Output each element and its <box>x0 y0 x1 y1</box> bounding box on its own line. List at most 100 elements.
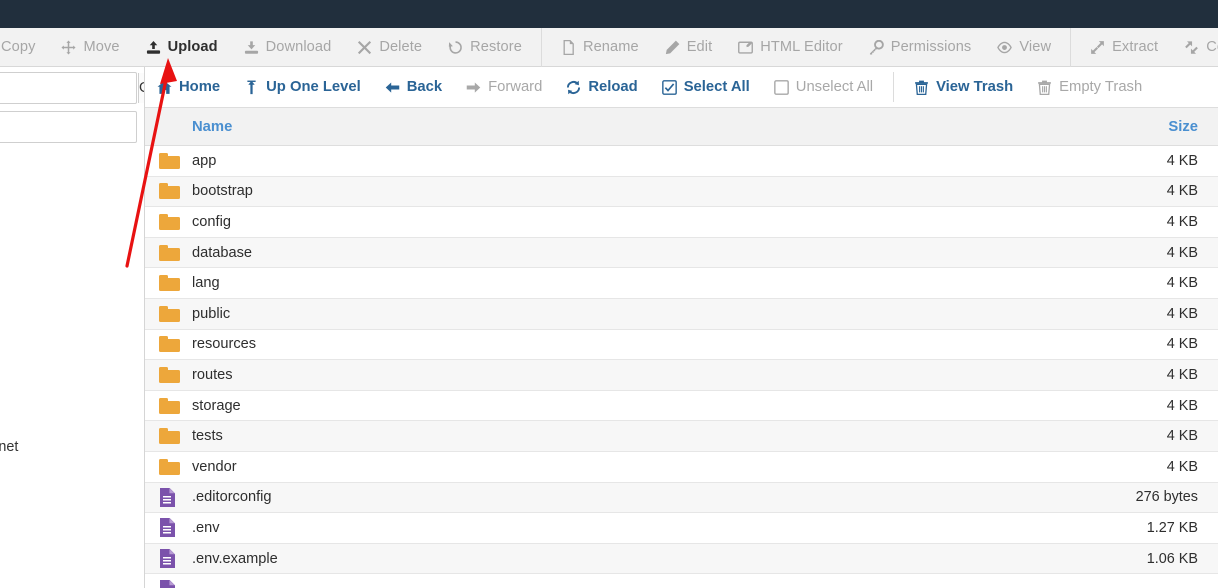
rename-icon <box>561 40 576 55</box>
table-row[interactable]: resources4 KB <box>145 330 1218 361</box>
navigation-toolbar: Home Up One LevelBack Forward Reload Select … <box>145 67 1218 108</box>
action-button-label: Permissions <box>891 39 972 55</box>
table-row[interactable]: config4 KB <box>145 207 1218 238</box>
action-button-restore: Restore <box>435 28 535 67</box>
file-name[interactable]: .env <box>192 520 1147 536</box>
file-size: 1.06 KB <box>1147 551 1198 567</box>
table-row[interactable]: tests4 KB <box>145 421 1218 452</box>
nav-button-home[interactable]: Home <box>145 67 232 108</box>
nav-button-view-trash[interactable]: View Trash <box>902 67 1025 108</box>
table-row[interactable]: .env1.27 KB <box>145 513 1218 544</box>
action-button-rename: Rename <box>548 28 652 67</box>
folder-icon <box>145 183 192 199</box>
file-size: 1.27 KB <box>1147 520 1198 536</box>
file-size: 276 bytes <box>1136 489 1198 505</box>
left-sidebar-panel: Go All pdevs) appdevs.net <box>0 67 145 588</box>
file-name[interactable]: bootstrap <box>192 183 1167 199</box>
folder-icon <box>145 153 192 169</box>
file-name[interactable]: .editorconfig <box>192 489 1136 505</box>
file-name[interactable]: routes <box>192 367 1167 383</box>
action-button-label: Compress <box>1206 39 1218 55</box>
action-button-label: HTML Editor <box>760 39 842 55</box>
edit-icon <box>665 40 680 55</box>
table-row[interactable]: database4 KB <box>145 238 1218 269</box>
file-list-table[interactable]: Name Size app4 KBbootstrap4 KBconfig4 KB… <box>145 108 1218 588</box>
action-button-label: Download <box>266 39 332 55</box>
file-name[interactable]: lang <box>192 275 1167 291</box>
nav-button-up-one-level[interactable]: Up One Level <box>232 67 373 108</box>
extract-icon <box>1090 40 1105 55</box>
search-input[interactable] <box>0 73 138 103</box>
action-button-move: Move <box>48 28 132 67</box>
action-button-upload[interactable]: Upload <box>133 28 231 67</box>
restore-icon <box>448 40 463 55</box>
table-row[interactable]: app4 KB <box>145 146 1218 177</box>
table-header-row: Name Size <box>145 108 1218 146</box>
column-header-size[interactable]: Size <box>1168 119 1198 135</box>
folder-icon <box>145 398 192 414</box>
action-button-label: Extract <box>1112 39 1158 55</box>
nav-button-back[interactable]: Back <box>373 67 454 108</box>
table-row[interactable]: .editorconfig276 bytes <box>145 483 1218 514</box>
nav-button-label: Home <box>179 79 220 95</box>
go-button[interactable]: Go <box>138 73 145 103</box>
table-row[interactable] <box>145 574 1218 588</box>
file-size: 4 KB <box>1167 245 1198 261</box>
forward-arrow-icon <box>466 80 481 95</box>
file-name[interactable]: .env.example <box>192 551 1147 567</box>
view-icon <box>997 40 1012 55</box>
file-name[interactable]: tests <box>192 428 1167 444</box>
file-name[interactable]: resources <box>192 336 1167 352</box>
nav-button-reload[interactable]: Reload <box>554 67 649 108</box>
table-row[interactable]: vendor4 KB <box>145 452 1218 483</box>
nav-button-empty-trash: Empty Trash <box>1025 67 1154 108</box>
file-size: 4 KB <box>1167 306 1198 322</box>
table-row[interactable]: routes4 KB <box>145 360 1218 391</box>
table-body: app4 KBbootstrap4 KBconfig4 KBdatabase4 … <box>145 146 1218 588</box>
action-button-compress: Compress <box>1171 28 1218 67</box>
file-icon <box>145 517 192 538</box>
file-size: 4 KB <box>1167 183 1198 199</box>
file-name[interactable]: app <box>192 153 1167 169</box>
action-button-copy: Copy <box>0 28 48 67</box>
file-name[interactable]: config <box>192 214 1167 230</box>
folder-icon <box>145 367 192 383</box>
nav-button-label: View Trash <box>936 79 1013 95</box>
move-icon <box>61 40 76 55</box>
file-name[interactable]: storage <box>192 398 1167 414</box>
action-button-view: View <box>984 28 1064 67</box>
action-button-label: Rename <box>583 39 639 55</box>
column-header-name[interactable]: Name <box>192 119 232 135</box>
compress-icon <box>1184 40 1199 55</box>
file-name[interactable]: vendor <box>192 459 1167 475</box>
trash-icon <box>914 80 929 95</box>
checkbox-checked-icon <box>662 80 677 95</box>
nav-button-label: Empty Trash <box>1059 79 1142 95</box>
action-button-label: View <box>1019 39 1051 55</box>
table-row[interactable]: public4 KB <box>145 299 1218 330</box>
checkbox-empty-icon <box>774 80 789 95</box>
table-row[interactable]: storage4 KB <box>145 391 1218 422</box>
table-row[interactable]: bootstrap4 KB <box>145 177 1218 208</box>
table-row[interactable]: .env.example1.06 KB <box>145 544 1218 575</box>
folder-icon <box>145 336 192 352</box>
nav-button-select-all[interactable]: Select All <box>650 67 762 108</box>
action-button-label: Delete <box>379 39 422 55</box>
file-name[interactable]: public <box>192 306 1167 322</box>
folder-icon <box>145 245 192 261</box>
file-size: 4 KB <box>1167 367 1198 383</box>
action-button-html-editor: HTML Editor <box>725 28 855 67</box>
file-size: 4 KB <box>1167 459 1198 475</box>
current-path-label: pdevs) <box>0 153 145 169</box>
toolbar-separator <box>1070 28 1071 67</box>
file-size: 4 KB <box>1167 398 1198 414</box>
action-button-label: Copy <box>1 39 35 55</box>
table-row[interactable]: lang4 KB <box>145 268 1218 299</box>
filter-select[interactable]: All <box>0 111 137 143</box>
delete-icon <box>357 40 372 55</box>
download-icon <box>244 40 259 55</box>
file-name[interactable]: database <box>192 245 1167 261</box>
nav-button-label: Forward <box>488 79 542 95</box>
file-icon <box>145 579 192 588</box>
nav-button-label: Reload <box>588 79 637 95</box>
